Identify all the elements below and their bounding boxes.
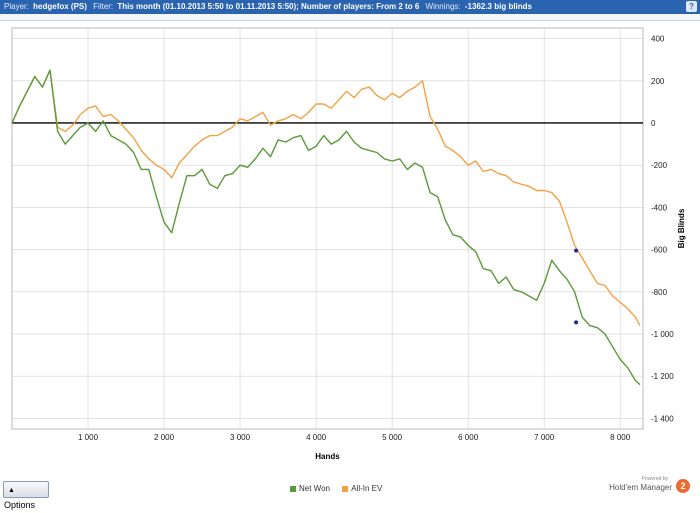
options-label: Options	[4, 500, 36, 510]
x-tick-label: 8 000	[610, 433, 631, 442]
legend-label-all-in-ev: All-In EV	[351, 484, 383, 493]
legend-swatch-all-in-ev	[342, 485, 349, 492]
y-tick-label: 0	[651, 119, 656, 128]
brand-badge-icon: 2	[676, 479, 690, 493]
winnings-label: Winnings:	[425, 2, 461, 11]
x-tick-label: 2 000	[154, 433, 175, 442]
x-tick-label: 3 000	[230, 433, 251, 442]
winnings-value: -1362.3 big blinds	[464, 2, 533, 11]
plot-area	[11, 27, 644, 430]
x-tick-label: 4 000	[306, 433, 327, 442]
y-tick-label: -400	[651, 203, 668, 212]
legend-item-all-in-ev[interactable]: All-In EV	[342, 484, 382, 493]
y-axis-label: Big Blinds	[677, 208, 686, 248]
filter-label: Filter:	[93, 2, 114, 11]
x-tick-label: 6 000	[458, 433, 479, 442]
y-tick-label: -600	[651, 246, 668, 255]
x-tick-label: 5 000	[382, 433, 403, 442]
graph-chart: 1 000 2 000 3 000 4 000 5 000 6 000 7 000 8 000…	[11, 27, 686, 461]
filter-value: This month (01.10.2013 5:50 to 01.11.201…	[117, 2, 420, 11]
x-axis-label: Hands	[315, 452, 340, 461]
x-axis-ticks: 1 000 2 000 3 000 4 000 5 000 6 000 7 000 8 000	[78, 433, 631, 442]
legend-swatch-net-won	[290, 485, 296, 492]
y-tick-label: 200	[651, 77, 665, 86]
data-marker	[574, 248, 579, 253]
y-tick-label: -1 000	[651, 330, 674, 339]
brand-name: Hold'em Manager	[609, 483, 672, 492]
x-tick-label: 1 000	[78, 433, 99, 442]
brand-logo: Powered by Hold'em Manager 2	[600, 476, 696, 498]
filter-header: Player: hedgefox (PS) Filter: This month…	[0, 0, 700, 14]
y-tick-label: -1 400	[651, 414, 674, 423]
y-axis-ticks: 400 200 0 -200 -400 -600 -800 -1 000 -1 200 -1 40…	[651, 35, 674, 424]
chart-grid	[11, 27, 644, 430]
player-value: hedgefox (PS)	[33, 2, 87, 11]
legend-item-net-won[interactable]: Net Won	[290, 484, 330, 493]
options-button[interactable]: ▲ Options	[3, 481, 49, 510]
chevron-up-icon: ▲	[8, 487, 15, 494]
legend-label-net-won: Net Won	[299, 484, 330, 493]
x-tick-label: 7 000	[534, 433, 555, 442]
help-button[interactable]: ?	[686, 1, 697, 12]
y-tick-label: -1 200	[651, 372, 674, 381]
player-label: Player:	[4, 2, 29, 11]
y-tick-label: 400	[651, 35, 665, 44]
y-tick-label: -200	[651, 161, 668, 170]
y-tick-label: -800	[651, 288, 668, 297]
data-marker	[574, 320, 579, 325]
powered-by-text: Powered by	[641, 476, 668, 482]
chart-legend: Net Won All-In EV	[290, 484, 392, 493]
